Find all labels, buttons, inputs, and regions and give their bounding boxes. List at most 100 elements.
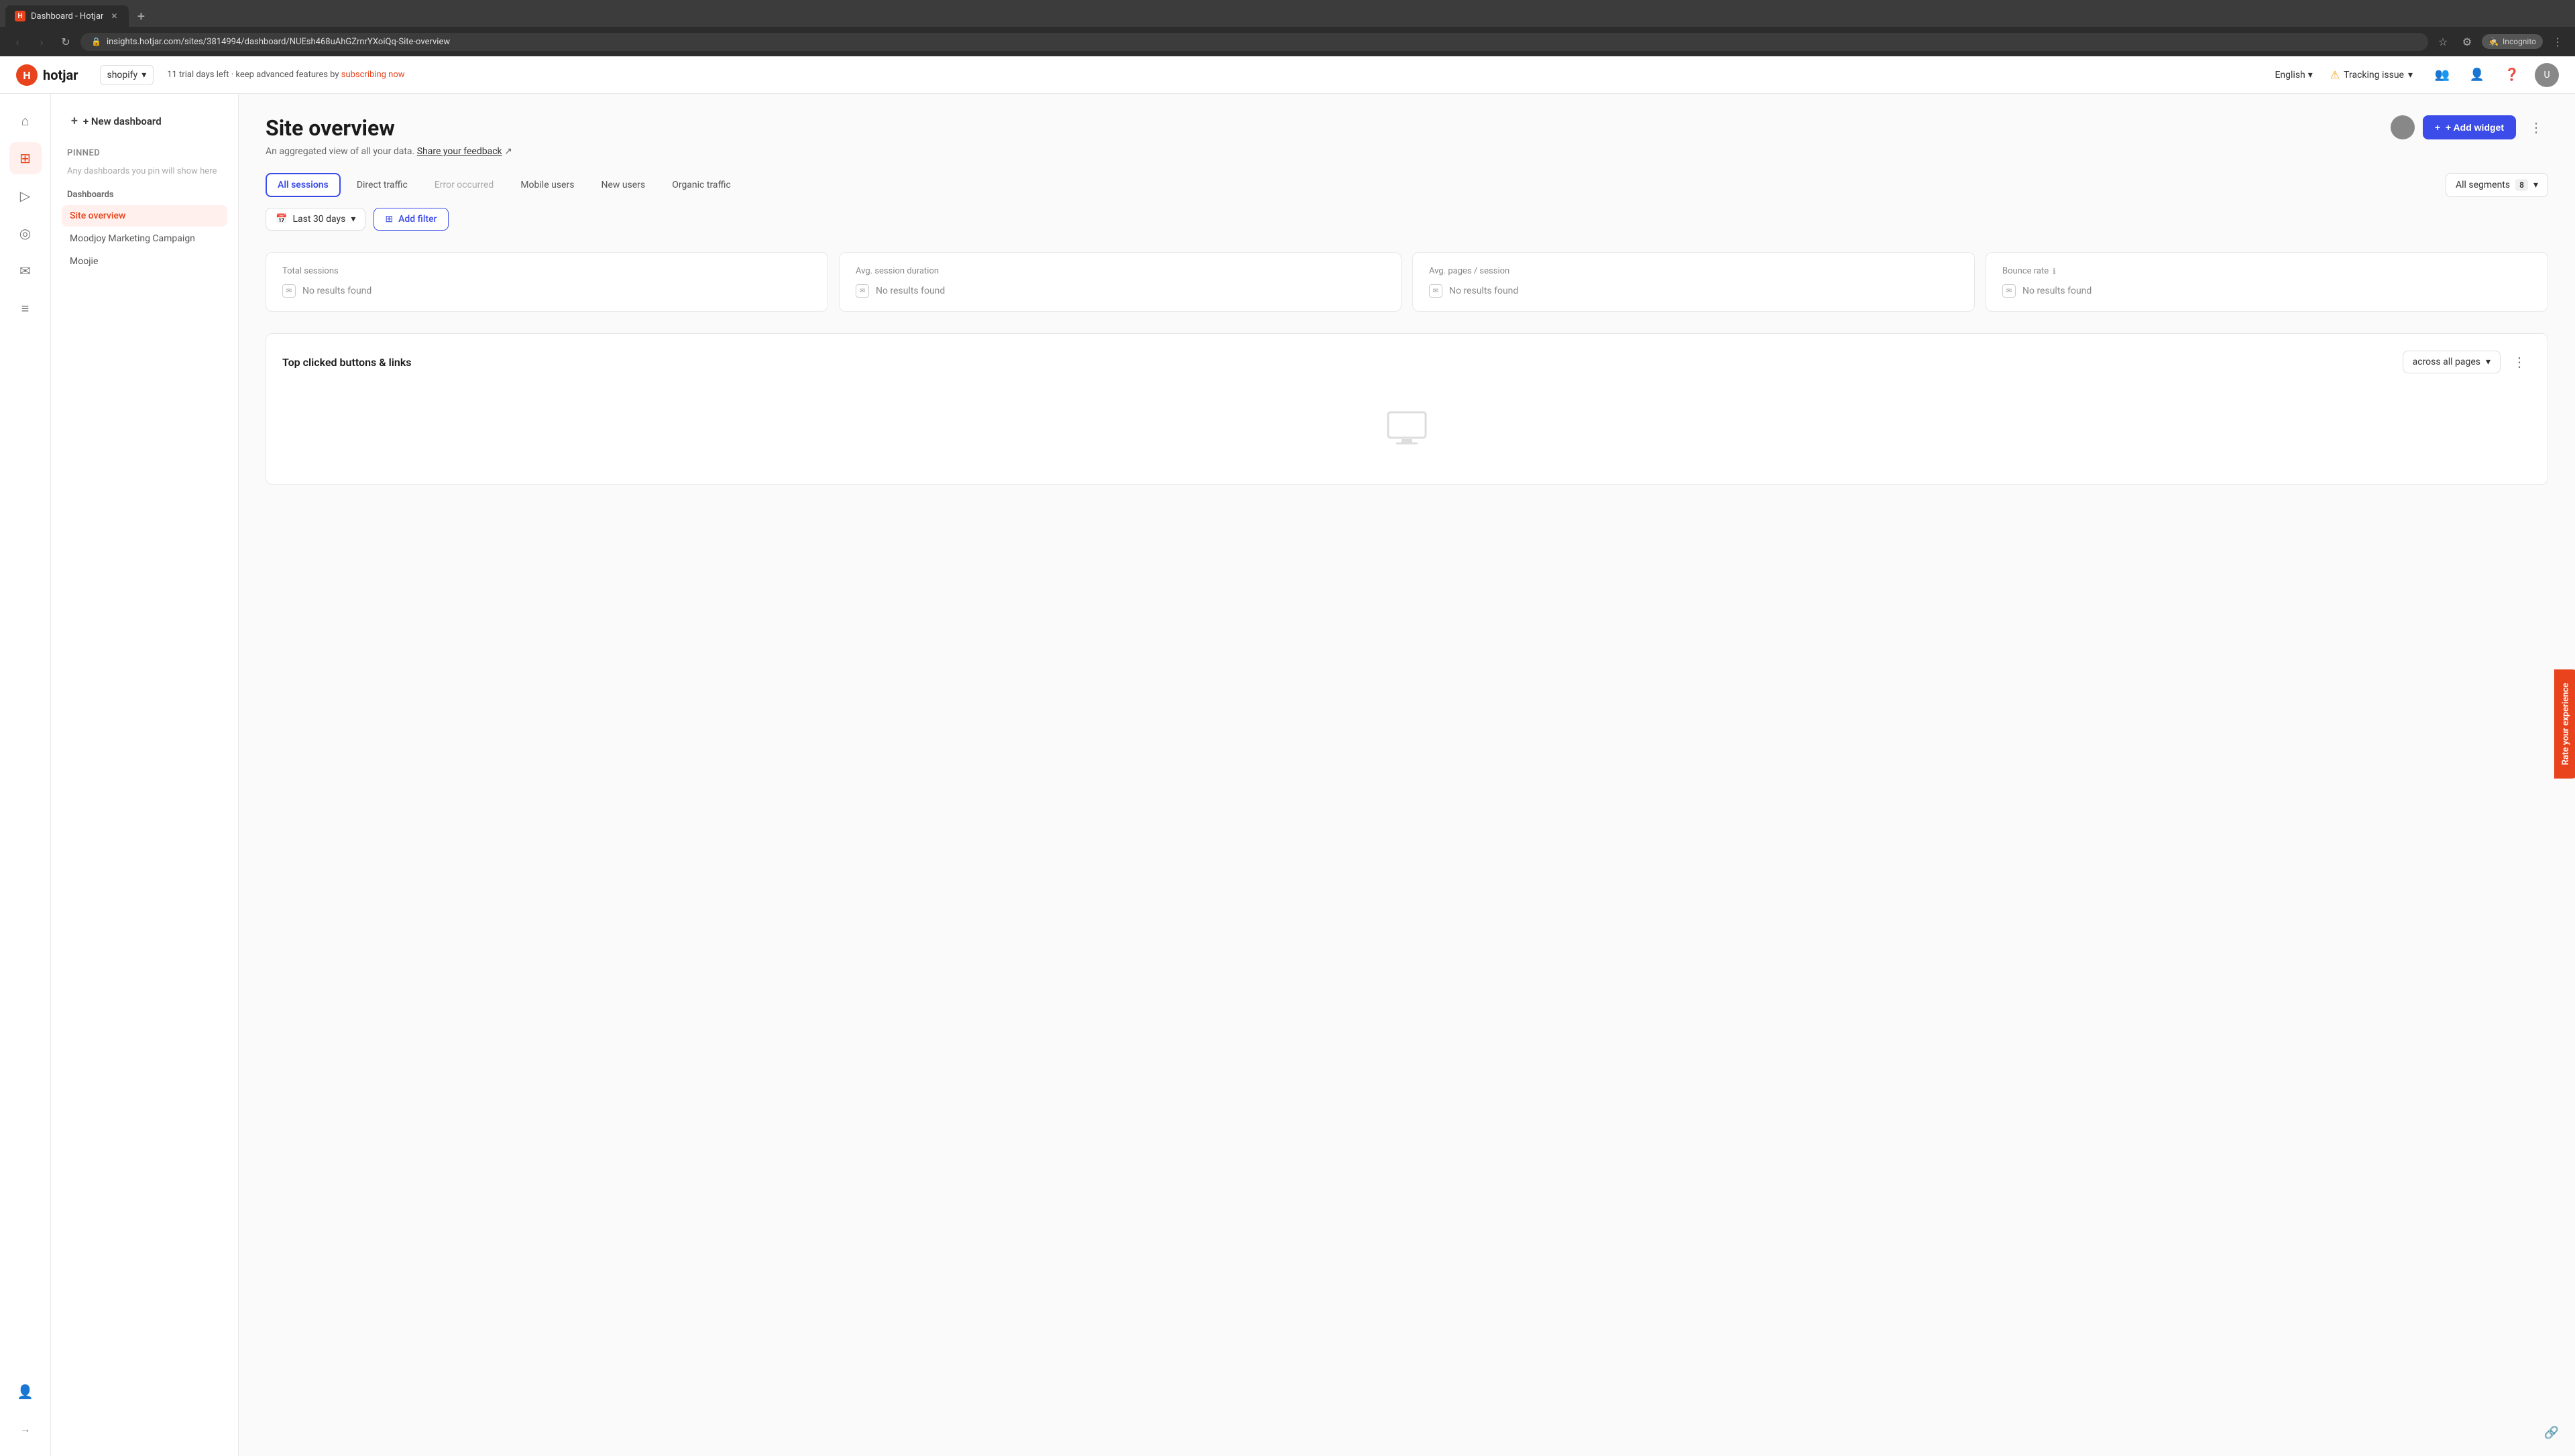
add-widget-label: + Add widget bbox=[2446, 122, 2504, 133]
tab-organic-traffic[interactable]: Organic traffic bbox=[661, 174, 742, 196]
nav-item-moojie[interactable]: Moojie bbox=[62, 251, 227, 272]
sidebar-item-home[interactable]: ⌂ bbox=[9, 105, 42, 137]
back-button[interactable]: ‹ bbox=[8, 32, 27, 51]
site-selector[interactable]: shopify ▾ bbox=[100, 65, 154, 85]
section-header: Top clicked buttons & links across all p… bbox=[282, 350, 2531, 374]
browser-tab[interactable]: H Dashboard - Hotjar ✕ bbox=[5, 5, 129, 27]
segments-label: All segments bbox=[2456, 180, 2510, 190]
new-dashboard-button[interactable]: + + New dashboard bbox=[62, 107, 227, 135]
tab-direct-traffic[interactable]: Direct traffic bbox=[346, 174, 418, 196]
segments-count: 8 bbox=[2515, 179, 2528, 191]
sidebar-item-recordings[interactable]: ▷ bbox=[9, 180, 42, 212]
language-selector[interactable]: English ▾ bbox=[2275, 70, 2312, 80]
info-icon: ℹ bbox=[2053, 267, 2056, 276]
external-link-icon: ↗ bbox=[504, 146, 512, 157]
refresh-button[interactable]: ↻ bbox=[56, 32, 75, 51]
stat-card-bounce-rate: Bounce rate ℹ ✉ No results found bbox=[1986, 252, 2548, 312]
tab-all-sessions[interactable]: All sessions bbox=[266, 173, 341, 197]
no-results-icon-2: ✉ bbox=[856, 284, 869, 298]
stat-card-avg-session: Avg. session duration ✉ No results found bbox=[839, 252, 1401, 312]
tracking-issue-button[interactable]: ⚠ Tracking issue ▾ bbox=[2324, 64, 2419, 85]
sidebar-item-feedback[interactable]: ✉ bbox=[9, 255, 42, 287]
trial-notice: 11 trial days left · keep advanced featu… bbox=[167, 70, 2261, 80]
close-tab-button[interactable]: ✕ bbox=[109, 11, 119, 21]
site-selector-chevron: ▾ bbox=[141, 70, 146, 80]
stat-value-total-sessions: ✉ No results found bbox=[282, 284, 811, 298]
calendar-icon: 📅 bbox=[276, 214, 287, 225]
new-dashboard-label: + New dashboard bbox=[83, 115, 162, 127]
url-text: insights.hotjar.com/sites/3814994/dashbo… bbox=[107, 37, 2417, 47]
more-browser-button[interactable]: ⋮ bbox=[2548, 32, 2567, 51]
secure-icon: 🔒 bbox=[91, 37, 101, 46]
profile-button[interactable]: 👤 bbox=[2465, 63, 2489, 87]
new-tab-button[interactable]: + bbox=[131, 7, 150, 25]
link-icon[interactable]: 🔗 bbox=[2544, 1426, 2559, 1440]
section-more-button[interactable]: ⋮ bbox=[2507, 350, 2531, 374]
add-user-button[interactable]: 👥 bbox=[2430, 63, 2454, 87]
incognito-badge: 🕵 Incognito bbox=[2482, 34, 2543, 49]
stat-value-avg-pages: ✉ No results found bbox=[1429, 284, 1958, 298]
stats-cards: Total sessions ✉ No results found Avg. s… bbox=[266, 252, 2548, 312]
page-title: Site overview bbox=[266, 115, 512, 141]
plus-icon: + bbox=[71, 114, 78, 128]
extension-button[interactable]: ⚙ bbox=[2458, 32, 2476, 51]
no-results-label-3: No results found bbox=[1449, 286, 1518, 296]
stat-title-total-sessions: Total sessions bbox=[282, 266, 811, 276]
tab-favicon: H bbox=[15, 11, 25, 21]
avatar[interactable]: U bbox=[2535, 63, 2559, 87]
add-widget-plus: + bbox=[2435, 122, 2440, 133]
pinned-section-title: Pinned bbox=[62, 148, 227, 158]
bookmark-button[interactable]: ☆ bbox=[2434, 32, 2452, 51]
tab-mobile-users[interactable]: Mobile users bbox=[510, 174, 585, 196]
incognito-label: Incognito bbox=[2503, 37, 2536, 46]
section-actions: across all pages ▾ ⋮ bbox=[2403, 350, 2531, 374]
sidebar: ⌂ ⊞ ▷ ◎ ✉ ≡ 👤 → bbox=[0, 94, 51, 1456]
segments-selector[interactable]: All segments 8 ▾ bbox=[2446, 173, 2548, 197]
page-actions: + + Add widget ⋮ bbox=[2391, 115, 2548, 139]
dashboards-section-title: Dashboards bbox=[62, 190, 227, 200]
session-tabs: All sessions Direct traffic Error occurr… bbox=[266, 173, 2548, 197]
language-label: English bbox=[2275, 70, 2305, 80]
filter-icon: ⊞ bbox=[385, 214, 393, 225]
tab-new-users[interactable]: New users bbox=[590, 174, 656, 196]
incognito-icon: 🕵 bbox=[2488, 37, 2499, 46]
sidebar-item-heatmaps[interactable]: ◎ bbox=[9, 217, 42, 249]
sidebar-item-users[interactable]: 👤 bbox=[9, 1376, 42, 1408]
date-filter[interactable]: 📅 Last 30 days ▾ bbox=[266, 208, 365, 231]
sidebar-collapse-button[interactable]: → bbox=[9, 1413, 42, 1445]
help-button[interactable]: ❓ bbox=[2500, 63, 2524, 87]
pinned-empty-text: Any dashboards you pin will show here bbox=[62, 164, 227, 179]
warning-icon: ⚠ bbox=[2330, 68, 2340, 81]
more-options-button[interactable]: ⋮ bbox=[2524, 115, 2548, 139]
stat-card-total-sessions: Total sessions ✉ No results found bbox=[266, 252, 828, 312]
address-bar[interactable]: 🔒 insights.hotjar.com/sites/3814994/dash… bbox=[80, 33, 2428, 51]
stat-title-avg-pages: Avg. pages / session bbox=[1429, 266, 1958, 276]
add-filter-label: Add filter bbox=[398, 214, 437, 225]
stat-value-avg-session: ✉ No results found bbox=[856, 284, 1385, 298]
svg-text:H: H bbox=[23, 69, 30, 82]
tracking-chevron: ▾ bbox=[2408, 70, 2413, 80]
add-filter-button[interactable]: ⊞ Add filter bbox=[374, 208, 448, 231]
pages-dropdown-label: across all pages bbox=[2413, 357, 2480, 367]
nav-item-site-overview[interactable]: Site overview bbox=[62, 205, 227, 227]
add-widget-button[interactable]: + + Add widget bbox=[2423, 115, 2516, 139]
stat-card-avg-pages: Avg. pages / session ✉ No results found bbox=[1412, 252, 1975, 312]
feedback-tab[interactable]: Rate your experience bbox=[2554, 670, 2575, 779]
sidebar-item-surveys[interactable]: ≡ bbox=[9, 292, 42, 324]
share-feedback-link[interactable]: Share your feedback bbox=[417, 146, 502, 157]
nav-item-moodjoy[interactable]: Moodjoy Marketing Campaign bbox=[62, 228, 227, 249]
date-range-label: Last 30 days bbox=[292, 214, 345, 225]
tab-error-occurred: Error occurred bbox=[424, 174, 505, 196]
stat-value-bounce-rate: ✉ No results found bbox=[2002, 284, 2531, 298]
stat-title-avg-session: Avg. session duration bbox=[856, 266, 1385, 276]
subscribing-link[interactable]: subscribing now bbox=[341, 70, 405, 80]
no-results-label-4: No results found bbox=[2022, 286, 2092, 296]
date-chevron: ▾ bbox=[351, 214, 355, 225]
no-results-icon: ✉ bbox=[282, 284, 296, 298]
sidebar-item-dashboard[interactable]: ⊞ bbox=[9, 142, 42, 174]
forward-button[interactable]: › bbox=[32, 32, 51, 51]
stat-title-bounce-rate: Bounce rate ℹ bbox=[2002, 266, 2531, 276]
language-chevron: ▾ bbox=[2308, 70, 2313, 80]
tab-title: Dashboard - Hotjar bbox=[31, 11, 103, 21]
pages-dropdown[interactable]: across all pages ▾ bbox=[2403, 351, 2501, 373]
